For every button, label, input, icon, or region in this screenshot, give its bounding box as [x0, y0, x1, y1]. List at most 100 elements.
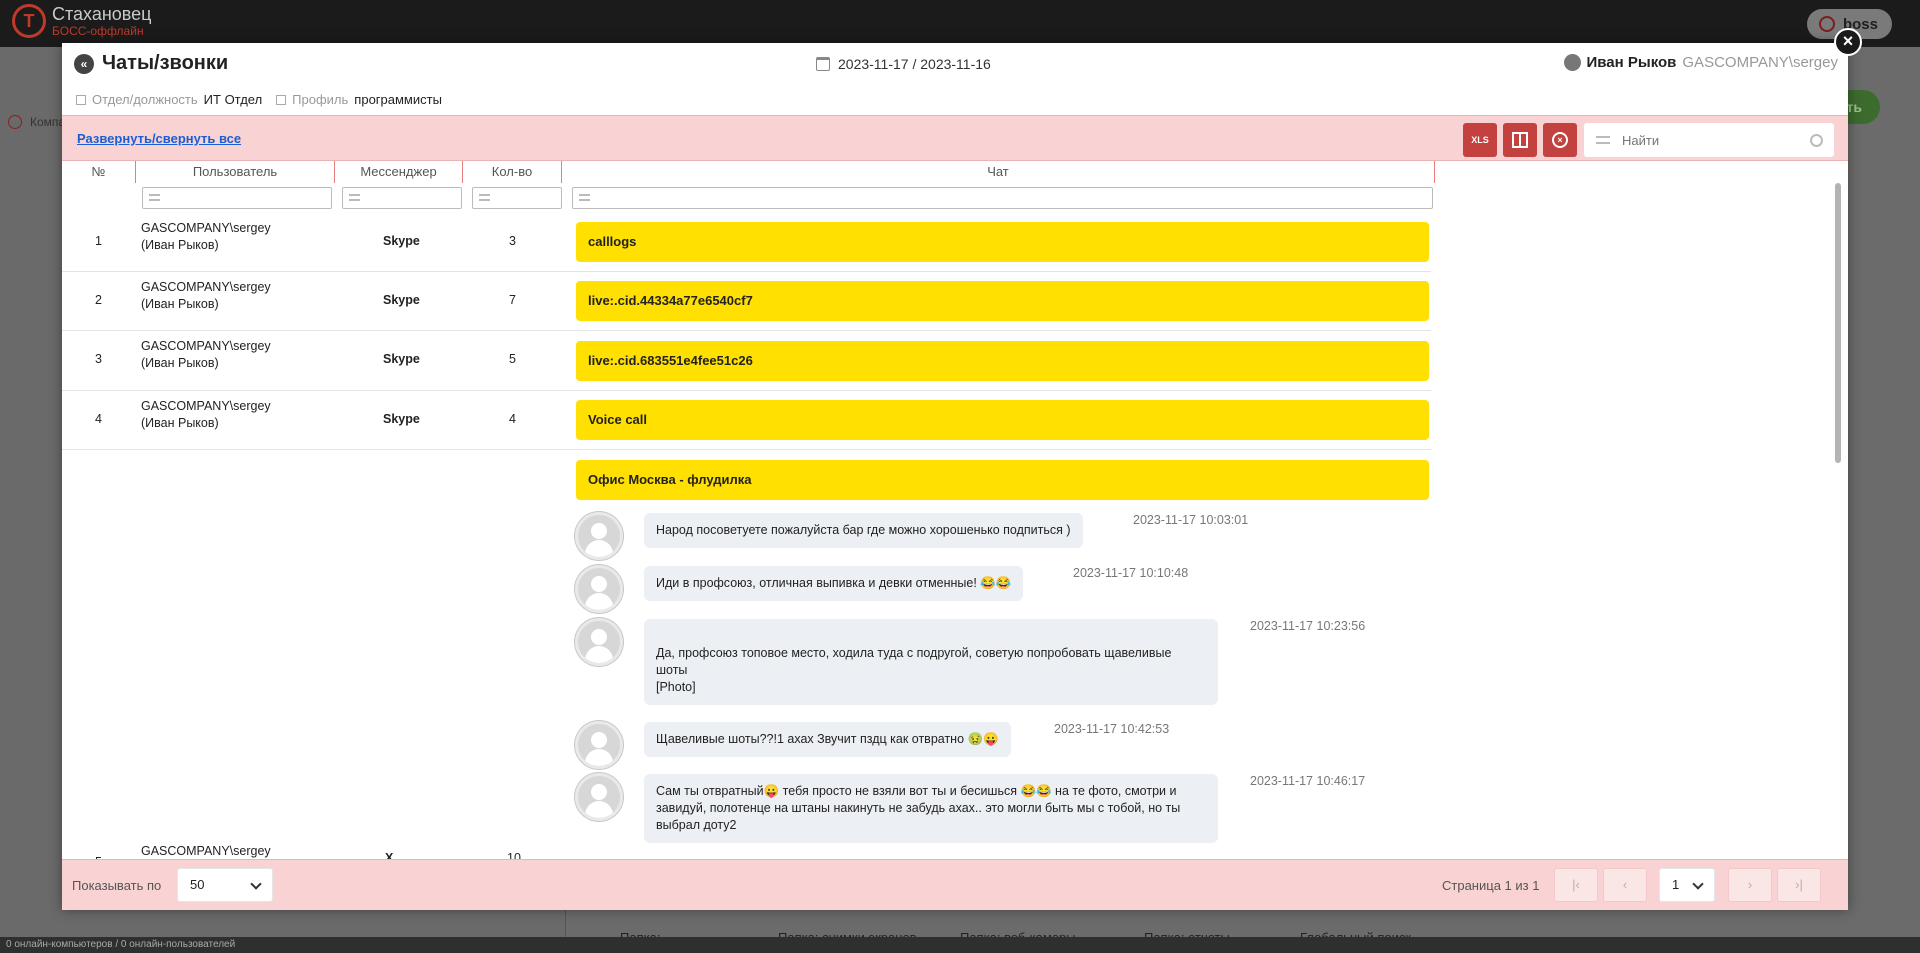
search-options-icon[interactable]: [1596, 136, 1610, 144]
avatar-body: [585, 646, 613, 663]
row-count: 4: [509, 412, 516, 426]
filter-chat[interactable]: [572, 187, 1433, 209]
filter-user[interactable]: [142, 187, 332, 209]
page-info: Страница 1 из 1: [1442, 878, 1540, 893]
columns-toggle-button[interactable]: [1503, 123, 1537, 157]
col-header-messenger[interactable]: Мессенджер: [335, 161, 463, 183]
filter-icon: [149, 194, 160, 201]
expand-collapse-all-link[interactable]: Развернуть/свернуть все: [77, 131, 241, 146]
avatar: [575, 618, 623, 666]
chat-header[interactable]: calllogs: [576, 222, 1429, 262]
modal-user-login: GASCOMPANY\sergey: [1682, 54, 1838, 71]
table-row[interactable]: 2 GASCOMPANY\sergey (Иван Рыков) Skype 7…: [62, 272, 1431, 331]
close-icon[interactable]: ×: [1834, 28, 1862, 56]
app-name: Стахановец: [52, 4, 152, 24]
app-edition: БОСС-оффлайн: [52, 24, 144, 38]
message-time: 2023-11-17 10:10:48: [1073, 566, 1189, 580]
avatar-head: [591, 784, 607, 800]
department-value: ИТ Отдел: [203, 92, 263, 107]
reset-filter-icon: ×: [1552, 132, 1568, 148]
row-user-name: (Иван Рыков): [141, 356, 219, 370]
page-size-select[interactable]: 50: [177, 868, 273, 902]
modal-toolbar: Развернуть/свернуть все XLS ×: [62, 115, 1848, 161]
status-bar: 0 онлайн-компьютеров / 0 онлайн-пользова…: [0, 937, 1920, 953]
message-line: Да, профсоюз топовое место, ходила туда …: [656, 646, 1172, 677]
profile-label: Профиль: [292, 92, 349, 107]
message-bubble: Народ посоветуете пожалуйста бар где мож…: [644, 513, 1083, 548]
profile-value: программисты: [354, 92, 442, 107]
grid-scrollbar[interactable]: [1833, 183, 1843, 863]
search-icon[interactable]: [1810, 133, 1823, 147]
avatar-head: [591, 523, 607, 539]
message-line: [Photo]: [656, 680, 696, 694]
row-user-name: (Иван Рыков): [141, 297, 219, 311]
export-xls-button[interactable]: XLS: [1463, 123, 1497, 157]
message-time: 2023-11-17 10:03:01: [1133, 513, 1249, 527]
col-header-num[interactable]: №: [62, 161, 136, 183]
message-bubble: Да, профсоюз топовое место, ходила туда …: [644, 619, 1218, 705]
app-topbar: Т Стахановец БОСС-оффлайн boss: [0, 0, 1920, 47]
avatar: [575, 773, 623, 821]
page-current: 1: [1672, 877, 1680, 892]
filter-count[interactable]: [472, 187, 562, 209]
row-count: 10: [507, 851, 521, 859]
row-count: 5: [509, 352, 516, 366]
message-line: выбрал доту2: [656, 818, 737, 832]
chats-grid: № Пользователь Мессенджер Кол-во Чат 1 G…: [62, 161, 1833, 859]
row-messenger: Skype: [383, 293, 420, 307]
table-row[interactable]: 5 GASCOMPANY\sergey Х 10: [62, 841, 1431, 859]
avatar-body: [585, 540, 613, 557]
user-icon: [1818, 16, 1835, 32]
page-size-value: 50: [190, 877, 205, 892]
avatar-head: [591, 732, 607, 748]
row-num: 2: [95, 293, 102, 307]
modal-user-name: Иван Рыков: [1586, 54, 1677, 71]
row-user-name: (Иван Рыков): [141, 238, 219, 252]
date-range-text: 2023-11-17 / 2023-11-16: [838, 56, 991, 72]
table-row[interactable]: 4 GASCOMPANY\sergey (Иван Рыков) Skype 4…: [62, 391, 1431, 450]
row-user-login: GASCOMPANY\sergey: [141, 399, 271, 413]
grid-footer: Показывать по 50 Страница 1 из 1 |‹ ‹ 1 …: [62, 859, 1848, 910]
app-logo: Т Стахановец БОСС-оффлайн: [12, 4, 152, 38]
row-messenger: Skype: [383, 352, 420, 366]
col-header-chat[interactable]: Чат: [562, 161, 1435, 183]
chat-header[interactable]: live:.cid.44334a77e6540cf7: [576, 281, 1429, 321]
row-messenger: Skype: [383, 234, 420, 248]
row-num: 3: [95, 352, 102, 366]
row-user-login: GASCOMPANY\sergey: [141, 221, 271, 235]
chat-header[interactable]: Voice call: [576, 400, 1429, 440]
avatar-head: [591, 629, 607, 645]
chat-header-expanded[interactable]: Офис Москва - флудилка: [576, 460, 1429, 500]
tree-item-company[interactable]: Компа: [8, 115, 65, 129]
table-row[interactable]: 3 GASCOMPANY\sergey (Иван Рыков) Skype 5…: [62, 331, 1431, 391]
message-time: 2023-11-17 10:46:17: [1250, 774, 1366, 788]
avatar-head: [591, 576, 607, 592]
chevron-down-icon: [1692, 878, 1704, 890]
scrollbar-thumb[interactable]: [1835, 183, 1841, 463]
row-user-login: GASCOMPANY\sergey: [141, 280, 271, 294]
filter-icon: [579, 194, 590, 201]
prev-page-button[interactable]: ‹: [1603, 868, 1647, 902]
search-input[interactable]: [1622, 132, 1802, 148]
page-select[interactable]: 1: [1659, 868, 1715, 902]
reset-filters-button[interactable]: ×: [1543, 123, 1577, 157]
first-page-button[interactable]: |‹: [1554, 868, 1598, 902]
avatar-body: [585, 749, 613, 766]
avatar: [575, 721, 623, 769]
chats-calls-modal: « Чаты/звонки 2023-11-17 / 2023-11-16 Ив…: [62, 43, 1848, 910]
row-num: 1: [95, 234, 102, 248]
chat-header[interactable]: live:.cid.683551e4fee51c26: [576, 341, 1429, 381]
calendar-icon: [816, 57, 830, 71]
row-user-login: GASCOMPANY\sergey: [141, 844, 271, 858]
row-num: 4: [95, 412, 102, 426]
table-row[interactable]: 1 GASCOMPANY\sergey (Иван Рыков) Skype 3…: [62, 213, 1431, 272]
modal-header: « Чаты/звонки 2023-11-17 / 2023-11-16 Ив…: [62, 43, 1848, 85]
back-icon[interactable]: «: [74, 53, 94, 74]
next-page-button[interactable]: ›: [1728, 868, 1772, 902]
date-range: 2023-11-17 / 2023-11-16: [816, 56, 991, 72]
last-page-button[interactable]: ›|: [1777, 868, 1821, 902]
filter-messenger[interactable]: [342, 187, 462, 209]
col-header-count[interactable]: Кол-во: [463, 161, 562, 183]
xls-icon: XLS: [1471, 135, 1489, 145]
col-header-user[interactable]: Пользователь: [136, 161, 335, 183]
